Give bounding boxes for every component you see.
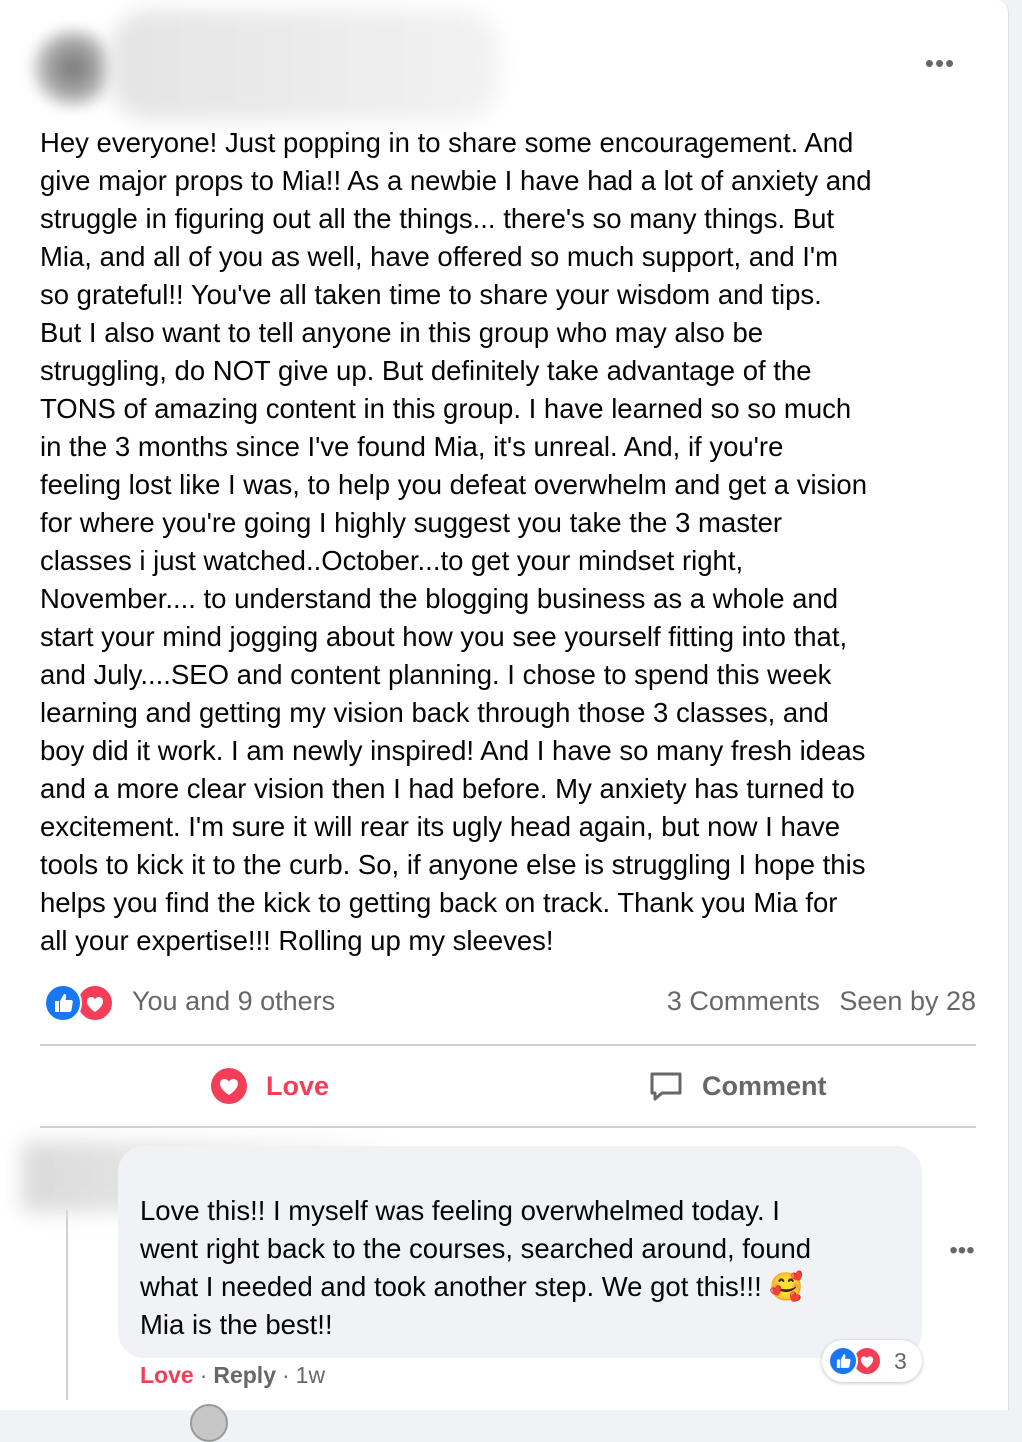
comment-icon bbox=[650, 1072, 682, 1101]
comment-thread-line bbox=[66, 1210, 68, 1400]
comment-timestamp[interactable]: 1w bbox=[296, 1362, 325, 1388]
blurred-author-avatar[interactable] bbox=[28, 28, 118, 108]
comments-count[interactable]: 3 Comments bbox=[667, 986, 820, 1016]
comment-love-link[interactable]: Love bbox=[140, 1362, 194, 1388]
comment-actions: Love · Reply · 1w bbox=[140, 1362, 325, 1389]
reactions-text[interactable]: You and 9 others bbox=[132, 986, 335, 1017]
comment-reactions[interactable]: 3 bbox=[822, 1340, 922, 1382]
like-reaction-icon bbox=[828, 1346, 858, 1376]
comment-bubble: Love this!! I myself was feeling overwhe… bbox=[118, 1146, 922, 1358]
more-options-icon[interactable]: ••• bbox=[920, 48, 960, 78]
comment-text: Love this!! I myself was feeling overwhe… bbox=[140, 1195, 812, 1340]
post-text: Hey everyone! Just popping in to share s… bbox=[40, 127, 872, 956]
comment-button-label: Comment bbox=[702, 1070, 827, 1101]
blurred-author-name[interactable] bbox=[110, 10, 500, 120]
divider-top bbox=[40, 1044, 976, 1046]
separator: · bbox=[199, 1362, 208, 1388]
comment-button[interactable]: Comment bbox=[648, 1062, 827, 1110]
reaction-icons[interactable] bbox=[44, 984, 120, 1022]
post-card: ••• Hey everyone! Just popping in to sha… bbox=[0, 0, 1009, 1442]
comment-reaction-count: 3 bbox=[894, 1348, 907, 1374]
love-button-label: Love bbox=[266, 1070, 330, 1101]
reactions-summary: You and 9 others 3 Comments Seen by 28 bbox=[40, 982, 976, 1022]
love-icon bbox=[211, 1068, 247, 1104]
separator: · bbox=[282, 1362, 290, 1388]
seen-by-count[interactable]: Seen by 28 bbox=[839, 986, 976, 1016]
divider-bottom bbox=[40, 1126, 976, 1128]
post-counts: 3 Comments Seen by 28 bbox=[655, 986, 976, 1017]
like-reaction-icon bbox=[44, 984, 82, 1022]
comment-reply-link[interactable]: Reply bbox=[213, 1362, 276, 1388]
comment-more-icon[interactable]: ••• bbox=[944, 1236, 980, 1266]
love-button[interactable]: Love bbox=[210, 1062, 329, 1110]
